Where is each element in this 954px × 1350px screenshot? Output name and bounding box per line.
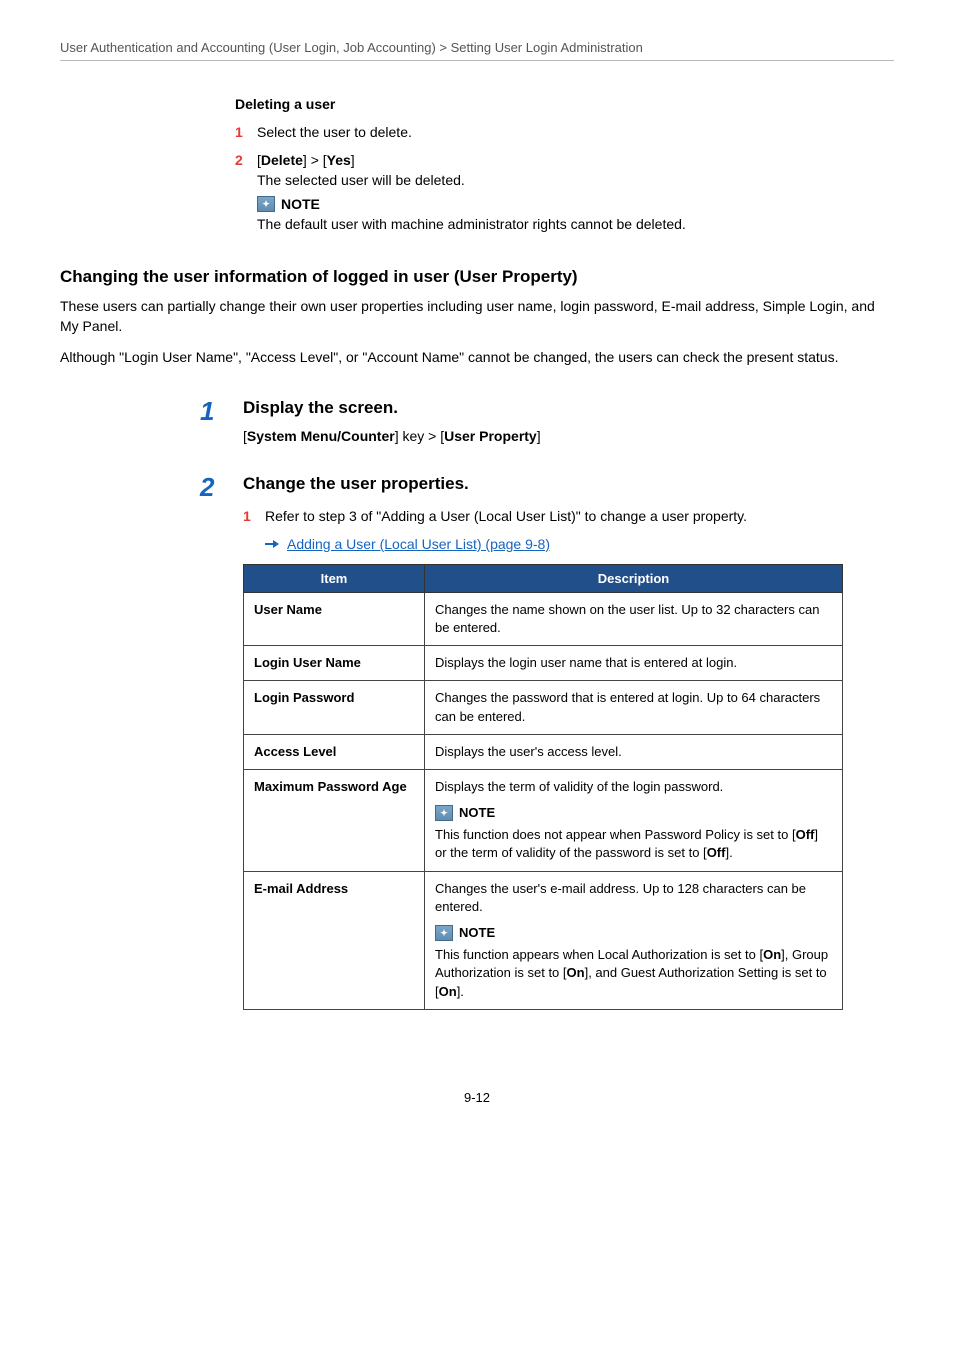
cell-access-level: Access Level — [244, 734, 425, 769]
col-item: Item — [244, 564, 425, 592]
max-age-note-text: This function does not appear when Passw… — [435, 826, 832, 862]
max-age-text: Displays the term of validity of the log… — [435, 779, 723, 794]
table-row: Maximum Password Age Displays the term o… — [244, 769, 843, 871]
step-number-2: 2 — [235, 152, 247, 168]
cell-email-desc: Changes the user's e-mail address. Up to… — [425, 871, 843, 1009]
big-step-2-title: Change the user properties. — [243, 474, 894, 494]
cell-login-user-name-desc: Displays the login user name that is ent… — [425, 646, 843, 681]
note-label: NOTE — [281, 196, 320, 212]
table-row: Access Level Displays the user's access … — [244, 734, 843, 769]
step-2-body: The selected user will be deleted. — [257, 172, 894, 188]
note-text: The default user with machine administra… — [257, 216, 894, 232]
big-step-2-number: 2 — [200, 474, 225, 1010]
col-description: Description — [425, 564, 843, 592]
cell-user-name-desc: Changes the name shown on the user list.… — [425, 592, 843, 645]
cell-login-user-name: Login User Name — [244, 646, 425, 681]
big-step-1-title: Display the screen. — [243, 398, 894, 418]
big-step-1-number: 1 — [200, 398, 225, 444]
note-label: NOTE — [459, 804, 495, 822]
table-row: E-mail Address Changes the user's e-mail… — [244, 871, 843, 1009]
arrow-right-icon — [265, 539, 279, 549]
step-2-text: [Delete] > [Yes] — [257, 152, 355, 168]
para-2: Although "Login User Name", "Access Leve… — [60, 348, 894, 368]
breadcrumb: User Authentication and Accounting (User… — [60, 40, 894, 61]
note-icon: ✦ — [257, 196, 275, 212]
step-1-text: Select the user to delete. — [257, 124, 412, 140]
cell-access-level-desc: Displays the user's access level. — [425, 734, 843, 769]
sub-step-1-number: 1 — [243, 508, 255, 524]
table-row: User Name Changes the name shown on the … — [244, 592, 843, 645]
para-1: These users can partially change their o… — [60, 297, 894, 336]
email-note-text: This function appears when Local Authori… — [435, 946, 832, 1001]
email-text: Changes the user's e-mail address. Up to… — [435, 881, 806, 914]
note-icon: ✦ — [435, 925, 453, 941]
table-row: Login User Name Displays the login user … — [244, 646, 843, 681]
page-number: 9-12 — [60, 1090, 894, 1105]
table-row: Login Password Changes the password that… — [244, 681, 843, 734]
deleting-user-heading: Deleting a user — [235, 96, 894, 112]
cell-login-password-desc: Changes the password that is entered at … — [425, 681, 843, 734]
step-number-1: 1 — [235, 124, 247, 140]
sub-step-1-text: Refer to step 3 of "Adding a User (Local… — [265, 508, 747, 524]
changing-user-info-heading: Changing the user information of logged … — [60, 267, 894, 287]
cell-user-name: User Name — [244, 592, 425, 645]
big-step-1-body: [System Menu/Counter] key > [User Proper… — [243, 428, 894, 444]
note-icon: ✦ — [435, 805, 453, 821]
adding-user-link[interactable]: Adding a User (Local User List) (page 9-… — [287, 536, 550, 552]
cell-max-password-age: Maximum Password Age — [244, 769, 425, 871]
note-label: NOTE — [459, 924, 495, 942]
cell-max-password-age-desc: Displays the term of validity of the log… — [425, 769, 843, 871]
cell-email: E-mail Address — [244, 871, 425, 1009]
user-properties-table: Item Description User Name Changes the n… — [243, 564, 843, 1010]
cell-login-password: Login Password — [244, 681, 425, 734]
